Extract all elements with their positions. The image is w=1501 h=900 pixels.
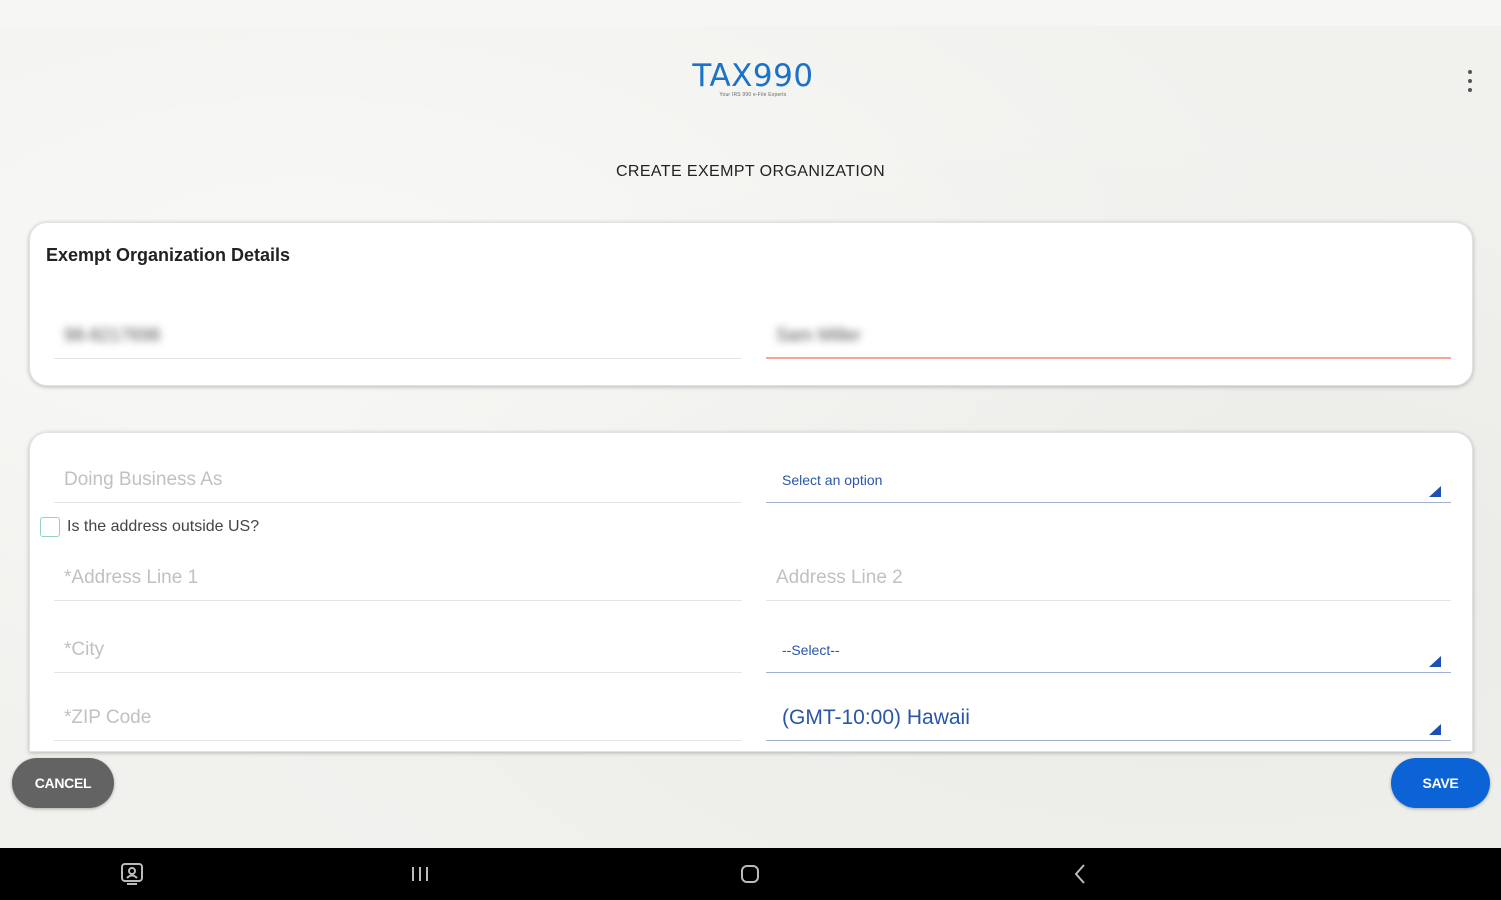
- organization-name-value: Sam Miller: [776, 324, 862, 345]
- outside-us-checkbox-row[interactable]: Is the address outside US?: [40, 517, 259, 537]
- dropdown-caret-icon: [1429, 724, 1441, 735]
- logo-text: TAX990: [692, 58, 814, 94]
- outside-us-checkbox[interactable]: [40, 517, 60, 537]
- dropdown-caret-icon: [1429, 656, 1441, 667]
- zip-code-placeholder: *ZIP Code: [64, 706, 152, 728]
- dba-input[interactable]: Doing Business As: [54, 457, 742, 503]
- kebab-menu-icon[interactable]: [1462, 70, 1478, 92]
- address-line-2-input[interactable]: Address Line 2: [766, 555, 1451, 601]
- recents-icon[interactable]: [406, 861, 434, 887]
- address-line-1-placeholder: *Address Line 1: [64, 566, 199, 588]
- page-title: CREATE EXEMPT ORGANIZATION: [615, 163, 886, 180]
- address-line-2-placeholder: Address Line 2: [776, 566, 903, 588]
- screenshot-icon[interactable]: [118, 861, 146, 887]
- card-title: Exempt Organization Details: [46, 245, 291, 265]
- organization-type-value: Select an option: [782, 471, 883, 488]
- timezone-value: (GMT-10:00) Hawaii: [782, 705, 970, 729]
- ein-value: 98-8217698: [64, 325, 161, 345]
- state-value: --Select--: [782, 641, 840, 658]
- state-select[interactable]: --Select--: [766, 627, 1451, 673]
- exempt-organization-details-card: Exempt Organization Details 98-8217698 S…: [29, 222, 1473, 386]
- system-navigation-bar: [0, 848, 1501, 900]
- dropdown-caret-icon: [1429, 486, 1441, 497]
- cancel-button[interactable]: CANCEL: [12, 758, 114, 808]
- save-button[interactable]: SAVE: [1391, 758, 1490, 808]
- logo: TAX990 Your IRS 990 e-File Experts: [688, 56, 818, 104]
- back-icon[interactable]: [1066, 861, 1094, 887]
- status-bar: [0, 0, 1501, 26]
- city-input[interactable]: *City: [54, 627, 742, 673]
- zip-code-input[interactable]: *ZIP Code: [54, 695, 742, 741]
- timezone-select[interactable]: (GMT-10:00) Hawaii: [766, 695, 1451, 741]
- city-placeholder: *City: [64, 638, 105, 660]
- ein-field[interactable]: 98-8217698: [54, 313, 742, 359]
- outside-us-label: Is the address outside US?: [67, 518, 260, 535]
- address-line-1-input[interactable]: *Address Line 1: [54, 555, 742, 601]
- dba-placeholder: Doing Business As: [64, 468, 223, 490]
- organization-name-field[interactable]: Sam Miller: [766, 313, 1451, 359]
- address-card: Doing Business As Select an option Is th…: [29, 432, 1473, 752]
- home-icon[interactable]: [736, 861, 764, 887]
- organization-type-select[interactable]: Select an option: [766, 457, 1451, 503]
